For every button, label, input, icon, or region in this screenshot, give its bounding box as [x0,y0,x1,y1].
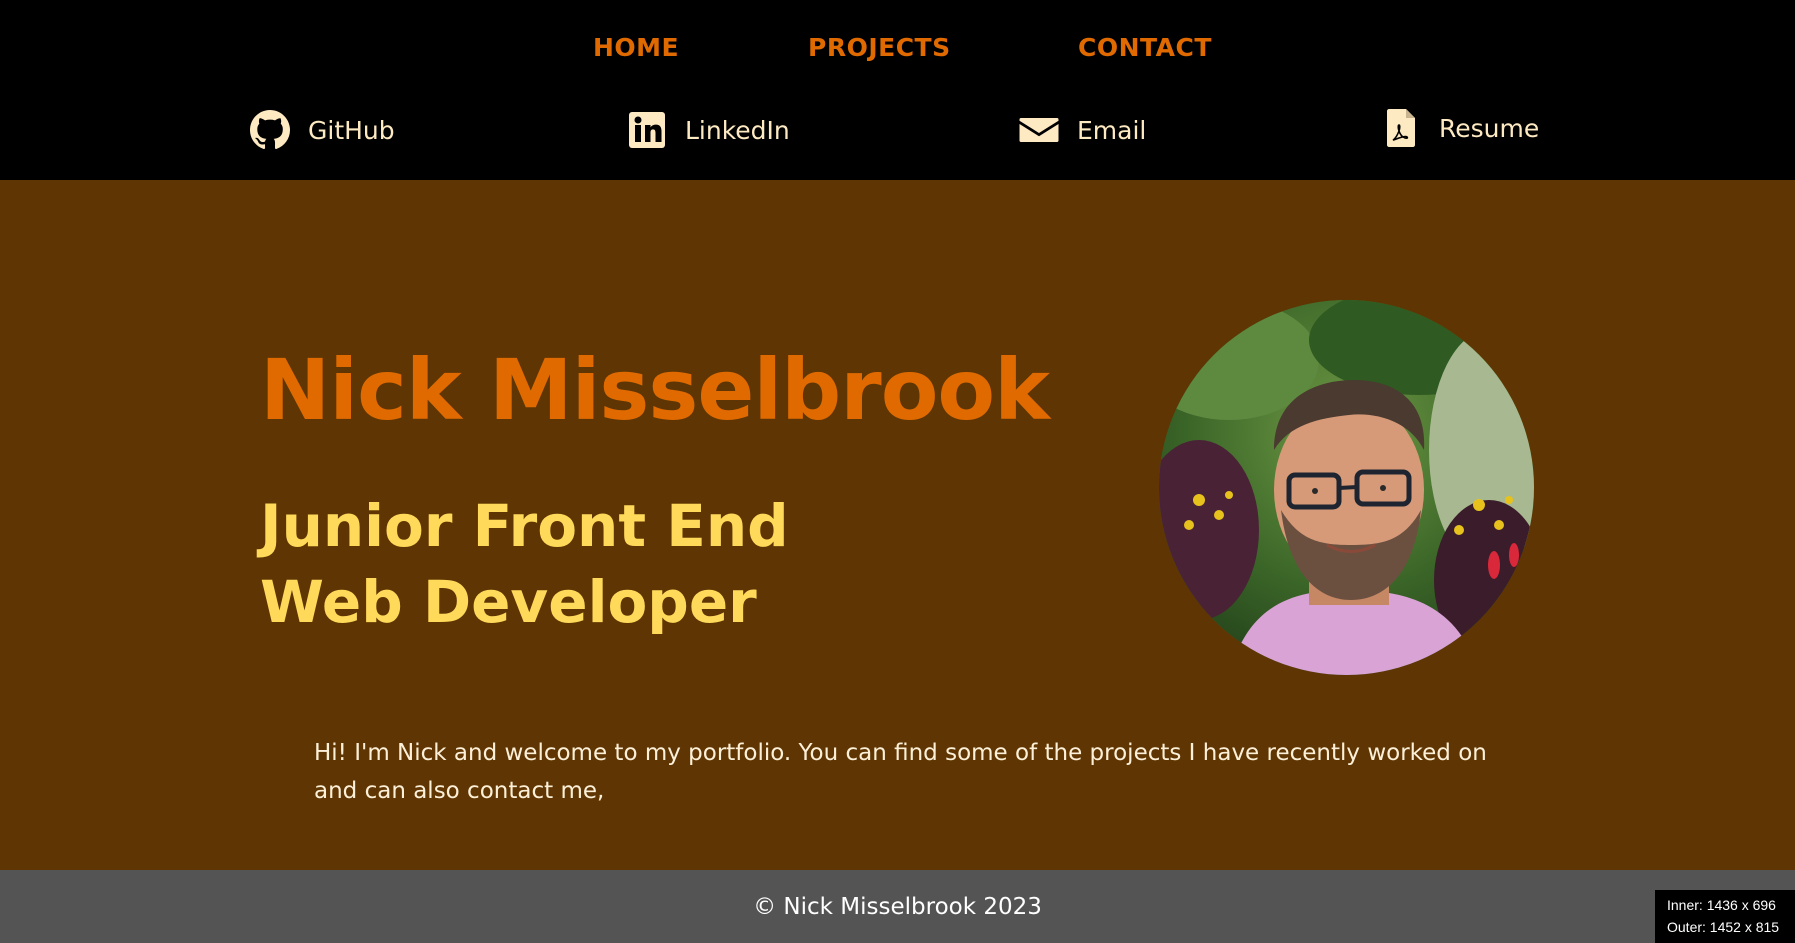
main-nav: HOME PROJECTS CONTACT [0,30,1795,70]
nav-projects-link[interactable]: PROJECTS [808,30,951,66]
email-label: Email [1077,115,1147,145]
nav-contact-link[interactable]: CONTACT [1078,30,1212,66]
github-icon [250,110,290,150]
nav-home-link[interactable]: HOME [593,30,679,66]
copyright-text: © Nick Misselbrook 2023 [753,894,1042,920]
outer-size-label: Outer: 1452 x 815 [1667,919,1780,935]
hero-name: Nick Misselbrook [260,341,1050,439]
envelope-icon [1019,110,1059,150]
linkedin-label: LinkedIn [685,115,790,145]
github-link[interactable]: GitHub [250,108,395,152]
hero-role-line-1: Junior Front End [260,492,789,560]
email-link[interactable]: Email [1019,108,1146,152]
intro-text: Hi! I'm Nick and welcome to my portfolio… [314,740,1487,804]
hero-role-line-2: Web Developer [260,568,757,636]
profile-photo [1159,300,1534,675]
viewport-size-overlay: Inner: 1436 x 696 Outer: 1452 x 815 [1655,890,1795,943]
hero-role: Junior Front End Web Developer [260,488,789,640]
resume-label: Resume [1439,113,1540,143]
linkedin-link[interactable]: LinkedIn [627,108,790,152]
linkedin-icon [627,110,667,150]
pdf-file-icon [1381,108,1421,148]
inner-size-label: Inner: 1436 x 696 [1667,897,1776,913]
site-header: HOME PROJECTS CONTACT GitHub LinkedIn Em… [0,0,1795,180]
github-label: GitHub [308,115,395,145]
site-footer: © Nick Misselbrook 2023 [0,870,1795,943]
resume-link[interactable]: Resume [1381,106,1539,150]
